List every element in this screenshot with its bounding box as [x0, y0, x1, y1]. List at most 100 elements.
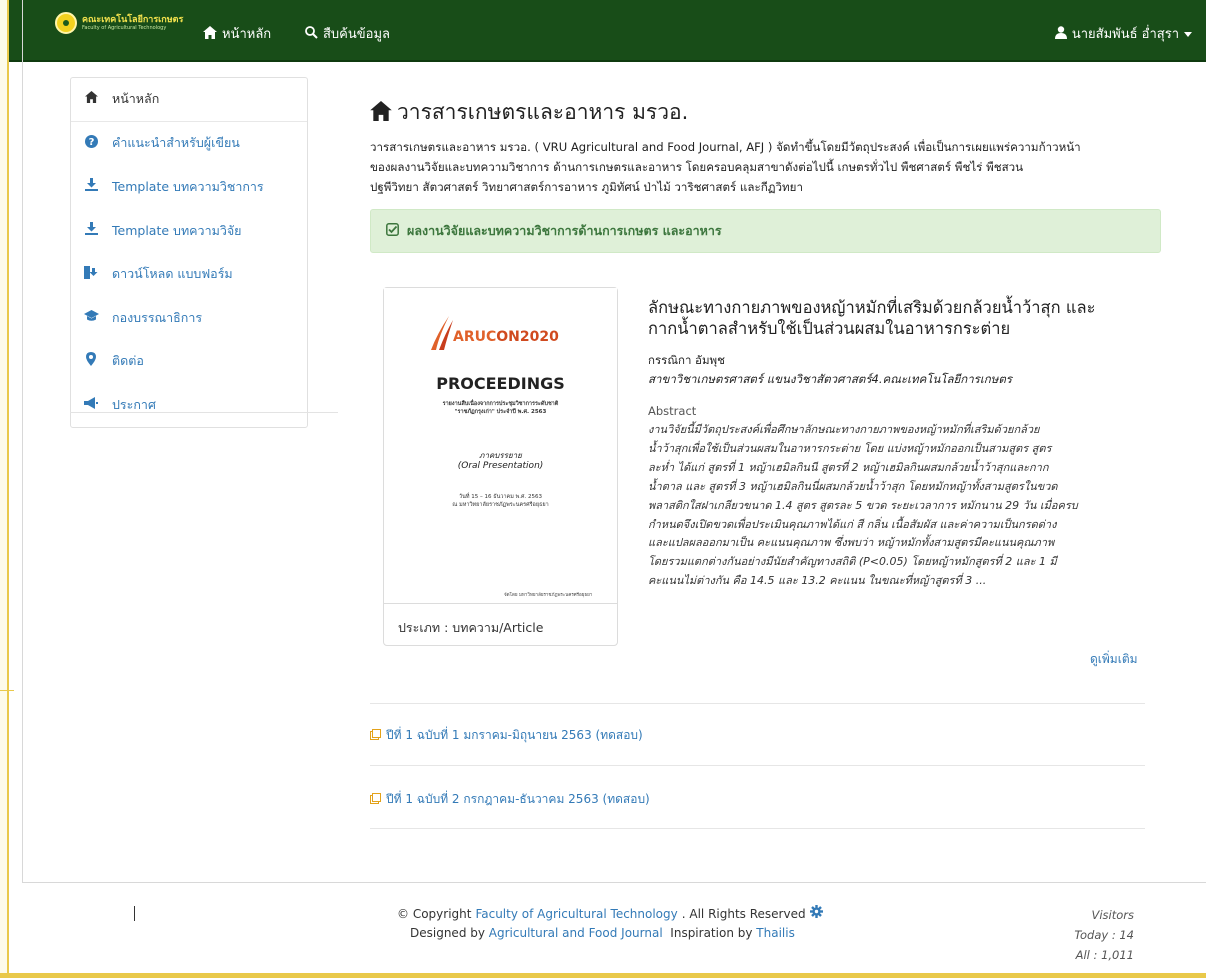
visitor-counter: Visitors Today : 14 All : 1,011	[1074, 905, 1134, 965]
journal-intro: วารสารเกษตรและอาหาร มรวอ. ( VRU Agricult…	[370, 137, 1150, 197]
content-border	[22, 0, 23, 882]
journal-link[interactable]: Agricultural and Food Journal	[489, 926, 663, 940]
user-icon	[1054, 25, 1067, 42]
nav-search-link[interactable]: สืบค้นข้อมูล	[305, 23, 390, 44]
sidebar-item-label: คำแนะนำสำหรับผู้เขียน	[112, 135, 240, 151]
cover-date: วันที่ 15 – 16 ธันวาคม พ.ศ. 2563	[459, 494, 542, 500]
article-author: กรรณิกา อัมพุช	[648, 353, 725, 367]
graduation-cap-icon	[84, 309, 99, 326]
arucon-text-b: ON2020	[496, 329, 559, 345]
divider	[370, 765, 1145, 766]
megaphone-icon	[84, 396, 98, 413]
sidebar-item-author-guide[interactable]: ? คำแนะนำสำหรับผู้เขียน	[71, 122, 307, 166]
issue-link[interactable]: ปีที่ 1 ฉบับที่ 1 มกราคม-มิถุนายน 2563 (…	[370, 726, 643, 745]
abstract-line: พลาสติกใสฝาเกลียวขนาด 1.4 สูตร สูตรละ 5 …	[648, 498, 1078, 512]
sidebar-item-template-research[interactable]: Template บทความวิจัย	[71, 209, 307, 253]
visitors-all: All : 1,011	[1075, 948, 1134, 962]
intro-line: ปฐพีวิทยา สัตวศาสตร์ วิทยาศาสตร์การอาหาร…	[370, 180, 803, 194]
question-circle-icon: ?	[84, 134, 98, 152]
map-marker-icon	[84, 352, 98, 370]
user-menu[interactable]: นายสัมพันธ์ อ่ำสุรา	[1054, 23, 1192, 44]
download-icon	[84, 222, 98, 239]
abstract-line: โดยรวมแตกต่างกันอย่างมีนัยสำคัญทางสถิติ …	[648, 555, 1057, 569]
download-forms-icon	[84, 265, 98, 283]
proceedings-heading: PROCEEDINGS	[436, 374, 565, 393]
cover-venue: ณ มหาวิทยาลัยราชภัฏพระนครศรีอยุธยา	[452, 502, 549, 508]
arucon-text: ARUCON2020	[453, 329, 559, 345]
nav-home-link[interactable]: หน้าหลัก	[203, 23, 271, 44]
sidebar-item-label: หน้าหลัก	[112, 91, 160, 107]
edge-tick	[0, 690, 14, 691]
brand-logo[interactable]: คณะเทคโนโลยีการเกษตร Faculty of Agricult…	[55, 12, 195, 34]
abstract-line: น้ำว้าสุกเพื่อใช้เป็นส่วนผสมในอาหารกระต่…	[648, 441, 1052, 455]
intro-line: วารสารเกษตรและอาหาร มรวอ. ( VRU Agricult…	[370, 140, 1081, 154]
visitors-label: Visitors	[1091, 908, 1134, 922]
caret-down-icon	[1184, 27, 1192, 40]
home-icon	[370, 100, 392, 125]
page-title: วารสารเกษตรและอาหาร มรวอ.	[370, 96, 688, 129]
cover-line-1: รายงานสืบเนื่องจากการประชุมวิชาการระดับช…	[442, 401, 559, 407]
cover-line-2: "ราชภัฏกรุงเก่า" ประจำปี พ.ศ. 2563	[454, 409, 547, 415]
alert-label: ผลงานวิจัยและบทความวิชาการด้านการเกษตร แ…	[407, 223, 722, 238]
bottom-page-edge	[0, 973, 1206, 978]
cover-oral-en: (Oral Presentation)	[457, 461, 544, 471]
nav-search-label: สืบค้นข้อมูล	[323, 27, 390, 42]
article-cover-card[interactable]: ARUCON2020 PROCEEDINGS รายงานสืบเนื่องจา…	[383, 287, 618, 646]
gear-icon[interactable]	[809, 905, 823, 922]
article-title[interactable]: ลักษณะทางกายภาพของหญ้าหมักที่เสริมด้วยกล…	[648, 297, 1168, 339]
sidebar-item-download-forms[interactable]: ดาวน์โหลด แบบฟอร์ม	[71, 252, 307, 296]
faculty-link[interactable]: Faculty of Agricultural Technology	[475, 907, 677, 921]
category-alert: ผลงานวิจัยและบทความวิชาการด้านการเกษตร แ…	[370, 209, 1161, 253]
abstract-label: Abstract	[648, 404, 697, 418]
user-name: นายสัมพันธ์ อ่ำสุรา	[1071, 27, 1179, 42]
footer-divider	[22, 882, 1206, 883]
intro-line: ของผลงานวิจัยและบทความวิชาการ ด้านการเกษ…	[370, 160, 1024, 174]
svg-text:?: ?	[88, 137, 94, 148]
brand-title: คณะเทคโนโลยีการเกษตร	[82, 15, 184, 25]
sidebar-item-editorial-board[interactable]: กองบรรณาธิการ	[71, 296, 307, 340]
search-icon	[305, 25, 318, 42]
sidebar-menu: หน้าหลัก ? คำแนะนำสำหรับผู้เขียน Templat…	[70, 77, 308, 428]
faculty-seal-icon	[55, 12, 77, 34]
abstract-line: และแปลผลออกมาเป็น คะแนนคุณภาพ ซึ่งพบว่า …	[648, 536, 1055, 550]
sidebar-item-label: Template บทความวิชาการ	[112, 178, 264, 194]
home-icon	[203, 25, 217, 42]
sidebar-divider	[70, 412, 338, 413]
thailis-link[interactable]: Thailis	[756, 926, 795, 940]
sidebar-item-contact[interactable]: ติดต่อ	[71, 340, 307, 384]
sidebar-item-announcements[interactable]: ประกาศ	[71, 383, 307, 427]
inspiration-prefix: Inspiration by	[670, 926, 753, 940]
sidebar-item-template-academic[interactable]: Template บทความวิชาการ	[71, 165, 307, 209]
home-icon	[84, 91, 98, 107]
nav-home-label: หน้าหลัก	[222, 27, 272, 42]
divider	[370, 703, 1145, 704]
designed-prefix: Designed by	[410, 926, 485, 940]
abstract-text: งานวิจัยนี้มีวัตถุประสงค์เพื่อศึกษาลักษณ…	[648, 421, 1154, 591]
divider	[370, 828, 1145, 829]
copyright-prefix: © Copyright	[397, 906, 472, 921]
download-icon	[84, 178, 98, 195]
top-navbar: คณะเทคโนโลยีการเกษตร Faculty of Agricult…	[9, 0, 1206, 62]
read-more-link[interactable]: ดูเพิ่มเติม	[1090, 650, 1138, 669]
abstract-line: ละห่ำ ได้แก่ สูตรที่ 1 หญ้าเฮมิลกินนี สู…	[648, 460, 1049, 474]
article-type: ประเภท : บทความ/Article	[398, 620, 544, 635]
issue-label: ปีที่ 1 ฉบับที่ 2 กรกฎาคม-ธันวาคม 2563 (…	[386, 792, 650, 806]
arucon-swoosh-icon	[431, 316, 453, 350]
article-title-line: กากน้ำตาลสำหรับใช้เป็นส่วนผสมในอาหารกระต…	[648, 319, 1011, 338]
check-square-icon	[386, 223, 399, 239]
text-cursor	[134, 906, 135, 921]
issue-link[interactable]: ปีที่ 1 ฉบับที่ 2 กรกฎาคม-ธันวาคม 2563 (…	[370, 790, 650, 809]
sidebar-item-label: ติดต่อ	[112, 353, 144, 369]
sidebar-item-home[interactable]: หน้าหลัก	[71, 78, 307, 122]
visitors-today: Today : 14	[1074, 928, 1134, 942]
page-title-text: วารสารเกษตรและอาหาร มรวอ.	[397, 100, 689, 124]
sidebar-item-label: Template บทความวิจัย	[112, 222, 242, 238]
abstract-line: กำหนดจึงเปิดขวดเพื่อประเมินคุณภาพได้แก่ …	[648, 517, 1057, 531]
footer-copyright: © Copyright Faculty of Agricultural Tech…	[397, 905, 823, 922]
footer-designed: Designed by Agricultural and Food Journa…	[410, 926, 795, 940]
abstract-line: น้ำตาล และ สูตรที่ 3 หญ้าเฮมิลกินนี่ผสมก…	[648, 479, 1058, 493]
article-cover-image[interactable]: ARUCON2020 PROCEEDINGS รายงานสืบเนื่องจา…	[384, 288, 617, 604]
cover-publisher: จัดโดย มหาวิทยาลัยราชภัฏพระนครศรีอยุธยา	[504, 593, 593, 598]
article-title-line: ลักษณะทางกายภาพของหญ้าหมักที่เสริมด้วยกล…	[648, 298, 1096, 317]
article-affiliation: สาขาวิชาเกษตรศาสตร์ แขนงวิชาสัตวศาสตร์4.…	[648, 372, 1012, 386]
